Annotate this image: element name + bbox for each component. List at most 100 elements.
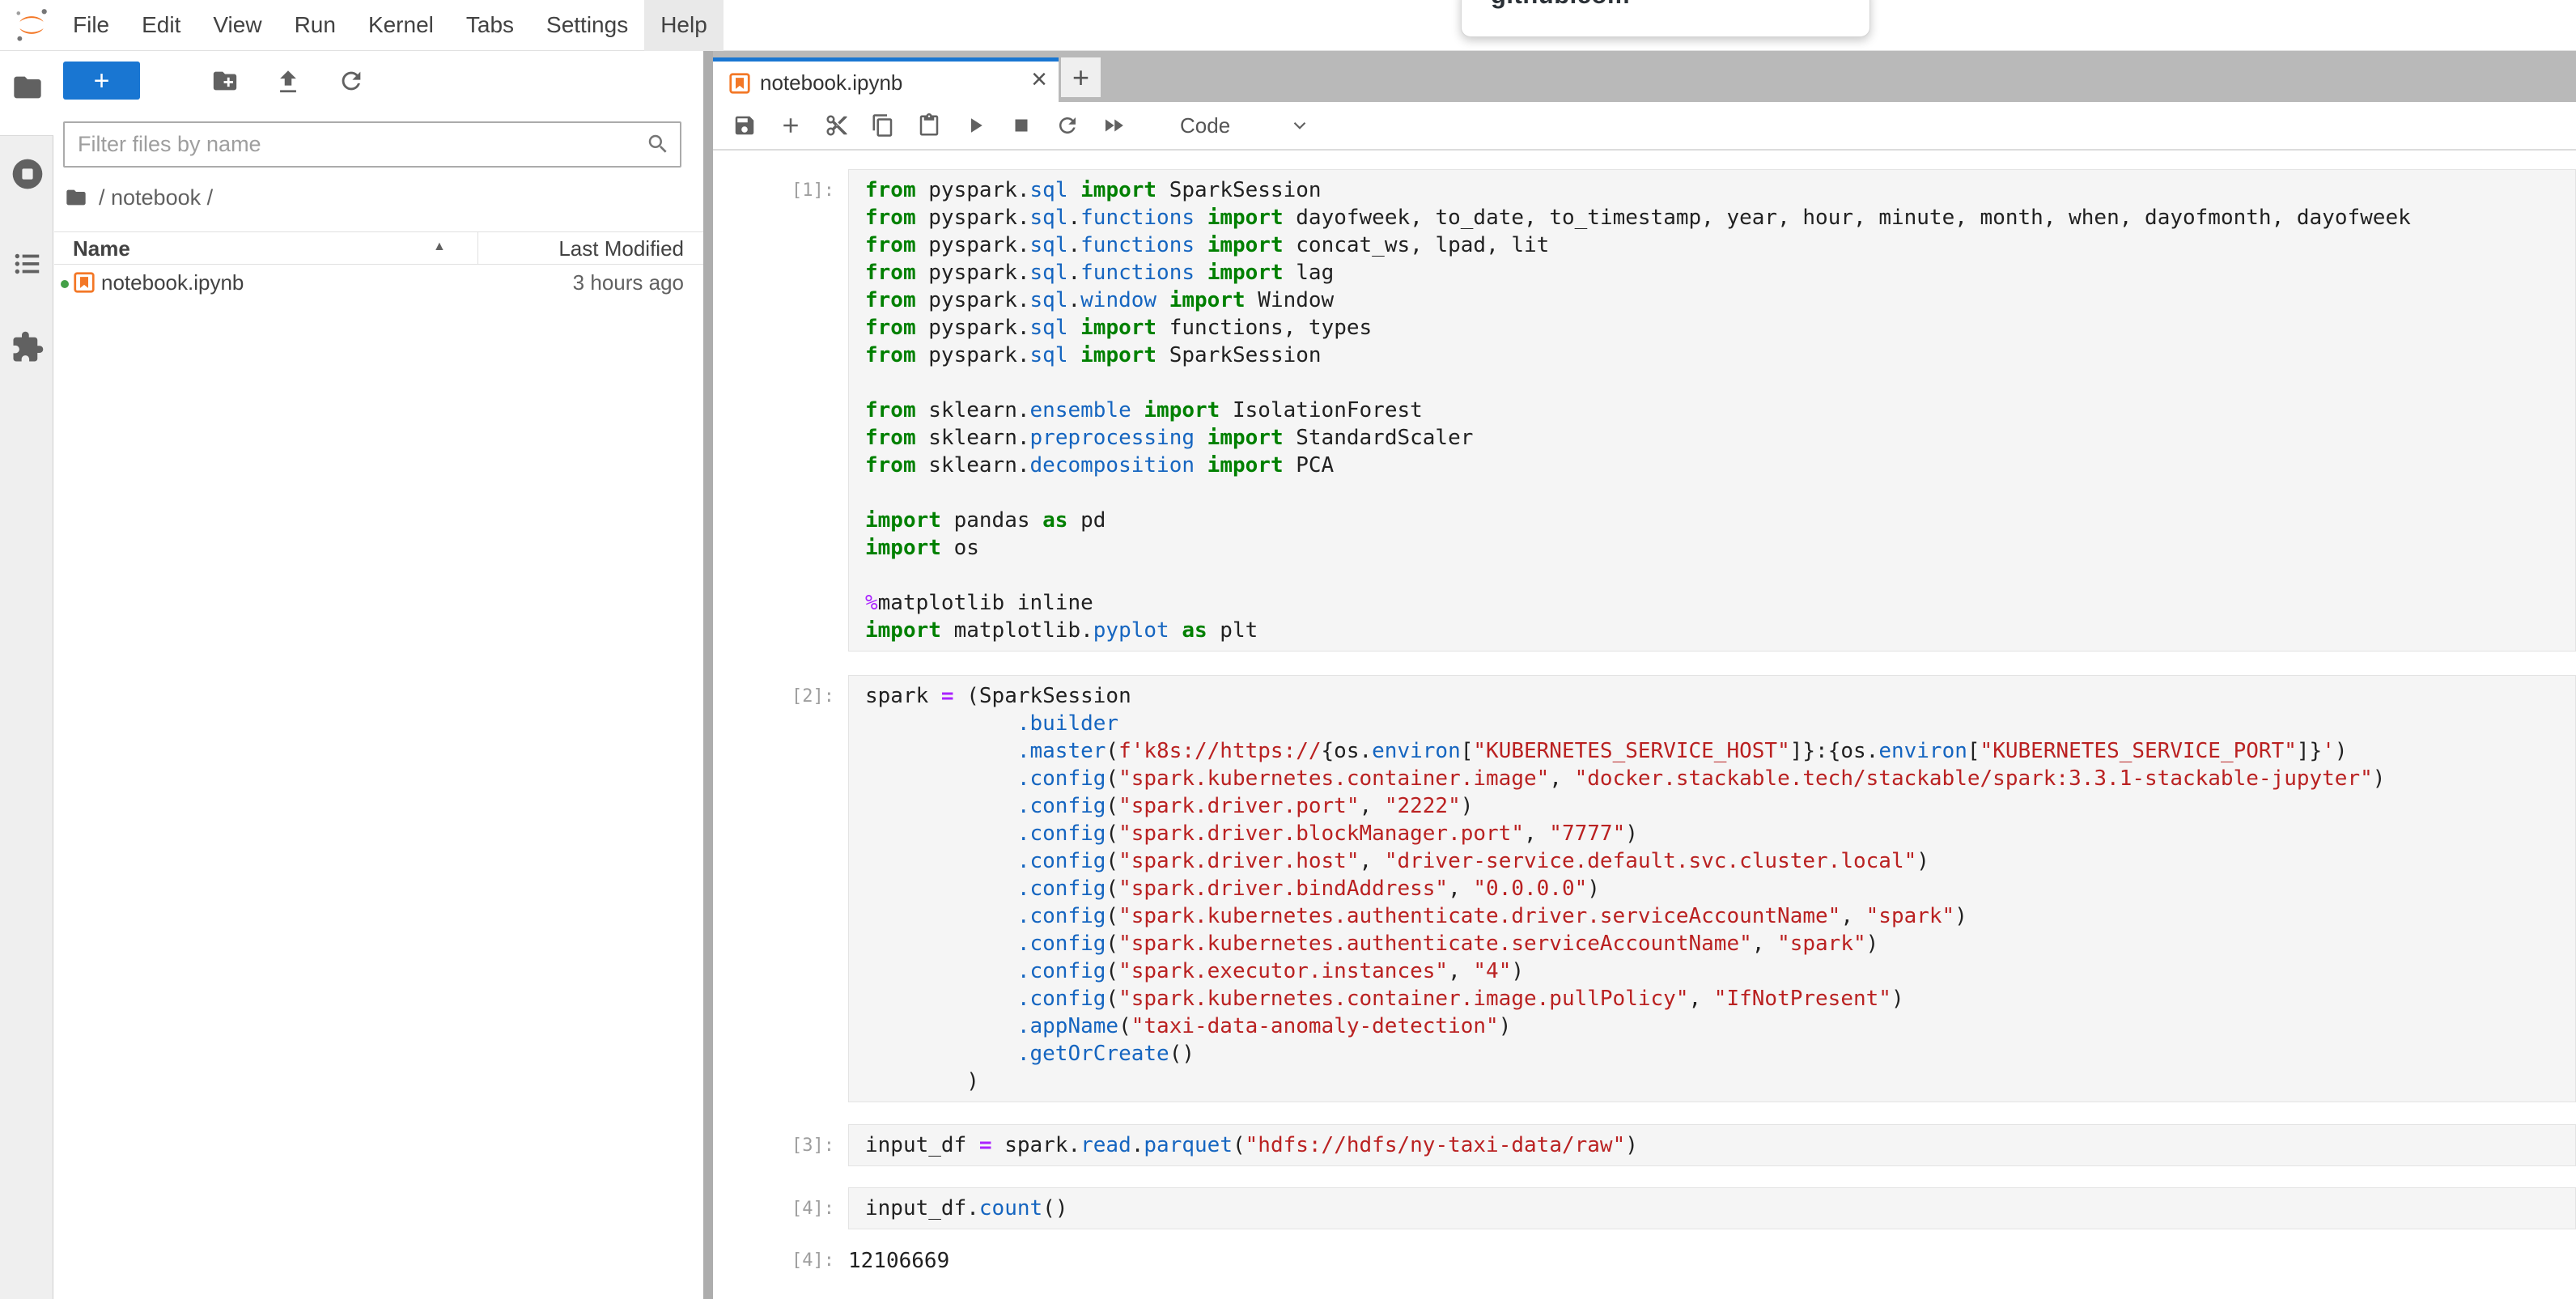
menu-edit[interactable]: Edit <box>125 0 197 51</box>
column-divider <box>477 232 478 264</box>
code-line: .config("spark.kubernetes.authenticate.d… <box>865 902 2575 930</box>
code-line: from sklearn.ensemble import IsolationFo… <box>865 397 2575 424</box>
tab-notebook[interactable]: notebook.ipynb × <box>713 57 1059 102</box>
code-line: .config("spark.driver.port", "2222") <box>865 792 2575 820</box>
search-icon <box>646 132 670 156</box>
add-cell-icon[interactable] <box>779 113 803 138</box>
output-prompt: [4]: <box>713 1239 848 1275</box>
popup-url-text: github.com <box>1491 0 1630 10</box>
new-tab-button[interactable]: + <box>1061 57 1101 97</box>
code-line: .config("spark.kubernetes.container.imag… <box>865 765 2575 792</box>
code-line: from sklearn.decomposition import PCA <box>865 452 2575 479</box>
filter-files-input[interactable] <box>63 121 681 168</box>
upload-icon[interactable] <box>274 67 302 95</box>
jupyterlab-app: File Edit View Run Kernel Tabs Settings … <box>0 0 2576 1299</box>
code-line: from pyspark.sql.window import Window <box>865 287 2575 314</box>
menu-view[interactable]: View <box>197 0 278 51</box>
code-line: from pyspark.sql import SparkSession <box>865 342 2575 369</box>
menu-items: File Edit View Run Kernel Tabs Settings … <box>57 0 724 51</box>
code-line: from pyspark.sql import functions, types <box>865 314 2575 342</box>
code-line: .config("spark.driver.blockManager.port"… <box>865 820 2575 847</box>
code-editor[interactable]: from pyspark.sql import SparkSessionfrom… <box>848 169 2576 652</box>
run-cell-icon[interactable] <box>963 113 987 138</box>
code-line: from pyspark.sql.functions import dayofw… <box>865 204 2575 231</box>
code-line: from pyspark.sql.functions import concat… <box>865 231 2575 259</box>
extension-manager-icon[interactable] <box>11 330 45 364</box>
code-line: spark = (SparkSession <box>865 682 2575 710</box>
menu-settings[interactable]: Settings <box>530 0 644 51</box>
file-list-item[interactable]: notebook.ipynb 3 hours ago <box>54 265 703 302</box>
menu-kernel[interactable]: Kernel <box>352 0 450 51</box>
active-tab-accent <box>713 57 1059 62</box>
running-kernels-icon[interactable] <box>10 156 45 192</box>
code-line: .config("spark.driver.bindAddress", "0.0… <box>865 875 2575 902</box>
code-editor[interactable]: input_df = spark.read.parquet("hdfs://hd… <box>848 1124 2576 1166</box>
code-line: .config("spark.kubernetes.container.imag… <box>865 985 2575 1012</box>
tab-bar: notebook.ipynb × + <box>713 51 2576 102</box>
code-line: .appName("taxi-data-anomaly-detection") <box>865 1012 2575 1040</box>
output-text: 12106669 <box>848 1239 949 1275</box>
code-line: .config("spark.driver.host", "driver-ser… <box>865 847 2575 875</box>
menu-bar: File Edit View Run Kernel Tabs Settings … <box>0 0 2576 51</box>
table-of-contents-icon[interactable] <box>12 248 43 279</box>
code-line: .getOrCreate() <box>865 1040 2575 1068</box>
notebook-cells: [1]:from pyspark.sql import SparkSession… <box>713 151 2576 1299</box>
notebook-file-icon <box>728 71 752 96</box>
execution-prompt: [3]: <box>713 1124 848 1166</box>
code-line: import matplotlib.pyplot as plt <box>865 617 2575 644</box>
file-name: notebook.ipynb <box>101 270 244 295</box>
file-browser-icon[interactable] <box>11 71 44 104</box>
menu-file[interactable]: File <box>57 0 125 51</box>
code-cell[interactable]: [3]:input_df = spark.read.parquet("hdfs:… <box>713 1124 2576 1166</box>
breadcrumb-path[interactable]: / notebook / <box>99 185 213 210</box>
new-launcher-button[interactable]: + <box>63 62 140 100</box>
column-header-last-modified[interactable]: Last Modified <box>558 236 684 261</box>
execution-prompt: [2]: <box>713 675 848 1102</box>
menu-tabs[interactable]: Tabs <box>450 0 530 51</box>
close-tab-icon[interactable]: × <box>1031 64 1047 96</box>
filter-files-wrap <box>63 121 681 168</box>
left-activity-bar <box>0 51 54 1299</box>
refresh-file-list-icon[interactable] <box>337 67 365 95</box>
code-line: ) <box>865 1068 2575 1095</box>
chevron-down-icon[interactable] <box>1289 115 1310 136</box>
code-line: from pyspark.sql.functions import lag <box>865 259 2575 287</box>
activity-bar-lower <box>0 135 53 1299</box>
code-editor[interactable]: input_df.count() <box>848 1187 2576 1229</box>
code-editor[interactable]: spark = (SparkSession .builder .master(f… <box>848 675 2576 1102</box>
sort-ascending-icon[interactable]: ▲ <box>433 240 446 254</box>
code-line <box>865 562 2575 589</box>
kernel-running-dot <box>61 280 69 288</box>
tab-title: notebook.ipynb <box>760 70 902 96</box>
code-line: import pandas as pd <box>865 507 2575 534</box>
execution-prompt: [1]: <box>713 169 848 652</box>
code-cell[interactable]: [4]:input_df.count() <box>713 1187 2576 1229</box>
code-line: .config("spark.kubernetes.authenticate.s… <box>865 930 2575 957</box>
code-cell[interactable]: [1]:from pyspark.sql import SparkSession… <box>713 169 2576 652</box>
column-header-name[interactable]: Name <box>73 236 130 261</box>
code-line: input_df.count() <box>865 1195 2575 1222</box>
jupyter-logo-icon <box>13 6 50 44</box>
code-line: .master(f'k8s://https://{os.environ["KUB… <box>865 737 2575 765</box>
restart-run-all-icon[interactable] <box>1101 113 1126 138</box>
menu-help[interactable]: Help <box>644 0 724 51</box>
menu-run[interactable]: Run <box>278 0 352 51</box>
interrupt-kernel-icon[interactable] <box>1009 113 1033 138</box>
copy-cells-icon[interactable] <box>871 113 895 138</box>
home-folder-icon[interactable] <box>65 186 87 209</box>
cell-type-select[interactable]: Code <box>1180 113 1230 138</box>
panel-splitter[interactable] <box>703 51 713 1299</box>
restart-kernel-icon[interactable] <box>1055 113 1080 138</box>
paste-cells-icon[interactable] <box>917 113 941 138</box>
file-list-header: Name ▲ Last Modified <box>54 231 703 265</box>
code-cell[interactable]: [2]:spark = (SparkSession .builder .mast… <box>713 675 2576 1102</box>
new-folder-icon[interactable] <box>211 67 239 95</box>
cut-cells-icon[interactable] <box>825 113 849 138</box>
notebook-file-icon <box>72 270 96 295</box>
browser-popup: github.com <box>1461 0 1870 37</box>
code-line <box>865 479 2575 507</box>
code-line: from pyspark.sql import SparkSession <box>865 176 2575 204</box>
code-line: .builder <box>865 710 2575 737</box>
save-icon[interactable] <box>732 113 757 138</box>
code-line <box>865 369 2575 397</box>
